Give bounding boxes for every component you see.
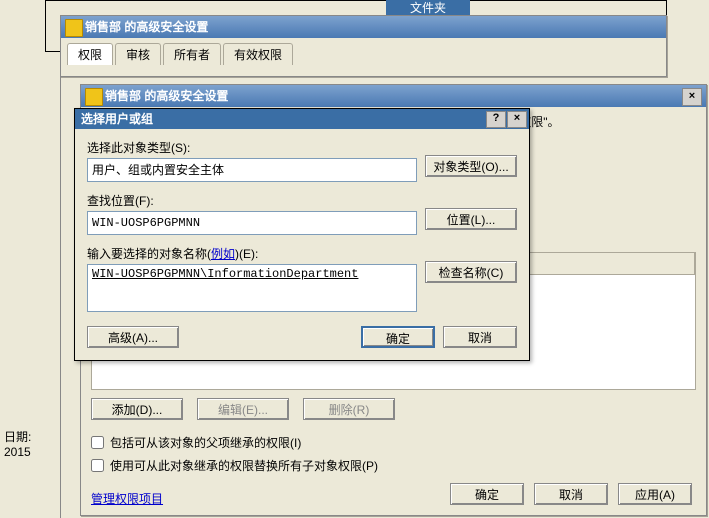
- cancel-button[interactable]: 取消: [534, 483, 608, 505]
- edit-button[interactable]: 编辑(E)...: [197, 398, 289, 420]
- names-label-suffix: )(E):: [235, 247, 258, 261]
- select-user-dialog: 选择用户或组 ? × 选择此对象类型(S): 用户、组或内置安全主体 对象类型(…: [74, 108, 530, 361]
- help-icon[interactable]: ?: [486, 111, 506, 128]
- title-text: 销售部 的高级安全设置: [85, 16, 208, 38]
- inherit-label: 包括可从该对象的父项继承的权限(I): [110, 434, 301, 451]
- tabs-row: 权限 审核 所有者 有效权限: [67, 42, 666, 64]
- close-icon[interactable]: ×: [682, 88, 702, 106]
- location-field[interactable]: WIN-UOSP6PGPMNN: [87, 211, 417, 235]
- dialog-titlebar[interactable]: 选择用户或组 ? ×: [75, 109, 529, 129]
- tab-permissions[interactable]: 权限: [67, 43, 113, 65]
- tab-audit[interactable]: 审核: [115, 43, 161, 65]
- names-label-prefix: 输入要选择的对象名称(: [87, 247, 211, 261]
- titlebar-outer[interactable]: 销售部 的高级安全设置: [61, 16, 666, 38]
- title-text: 销售部 的高级安全设置: [105, 85, 228, 107]
- dialog-title: 选择用户或组: [81, 109, 153, 129]
- remove-button[interactable]: 删除(R): [303, 398, 395, 420]
- cancel-button[interactable]: 取消: [443, 326, 517, 348]
- date-label: 日期: 2015: [4, 428, 60, 459]
- replace-child-label: 使用可从此对象继承的权限替换所有子对象权限(P): [110, 457, 378, 474]
- manage-permissions-link[interactable]: 管理权限项目: [91, 490, 163, 507]
- close-icon[interactable]: ×: [507, 111, 527, 128]
- object-types-button[interactable]: 对象类型(O)...: [425, 155, 517, 177]
- object-names-value: WIN-UOSP6PGPMNN\InformationDepartment: [92, 267, 358, 281]
- ok-button[interactable]: 确定: [450, 483, 524, 505]
- apply-button[interactable]: 应用(A): [618, 483, 692, 505]
- location-label: 查找位置(F):: [87, 192, 417, 209]
- check-names-button[interactable]: 检查名称(C): [425, 261, 517, 283]
- tab-owner[interactable]: 所有者: [163, 43, 221, 65]
- names-label: 输入要选择的对象名称(例如)(E):: [87, 245, 417, 262]
- tab-effective[interactable]: 有效权限: [223, 43, 293, 65]
- advanced-button[interactable]: 高级(A)...: [87, 326, 179, 348]
- background-strip: 日期: 2015: [0, 0, 61, 518]
- folder-icon: [85, 88, 103, 106]
- folder-icon: [65, 19, 83, 37]
- object-type-label: 选择此对象类型(S):: [87, 139, 417, 156]
- object-names-input[interactable]: WIN-UOSP6PGPMNN\InformationDepartment: [87, 264, 417, 312]
- locations-button[interactable]: 位置(L)...: [425, 208, 517, 230]
- object-type-field[interactable]: 用户、组或内置安全主体: [87, 158, 417, 182]
- inherit-checkbox[interactable]: [91, 436, 104, 449]
- ok-button[interactable]: 确定: [361, 326, 435, 348]
- example-link[interactable]: 例如: [211, 247, 235, 261]
- titlebar-inner[interactable]: 销售部 的高级安全设置 ×: [81, 85, 706, 107]
- add-button[interactable]: 添加(D)...: [91, 398, 183, 420]
- advanced-security-window-outer: 销售部 的高级安全设置 权限 审核 所有者 有效权限: [60, 15, 667, 77]
- replace-child-checkbox[interactable]: [91, 459, 104, 472]
